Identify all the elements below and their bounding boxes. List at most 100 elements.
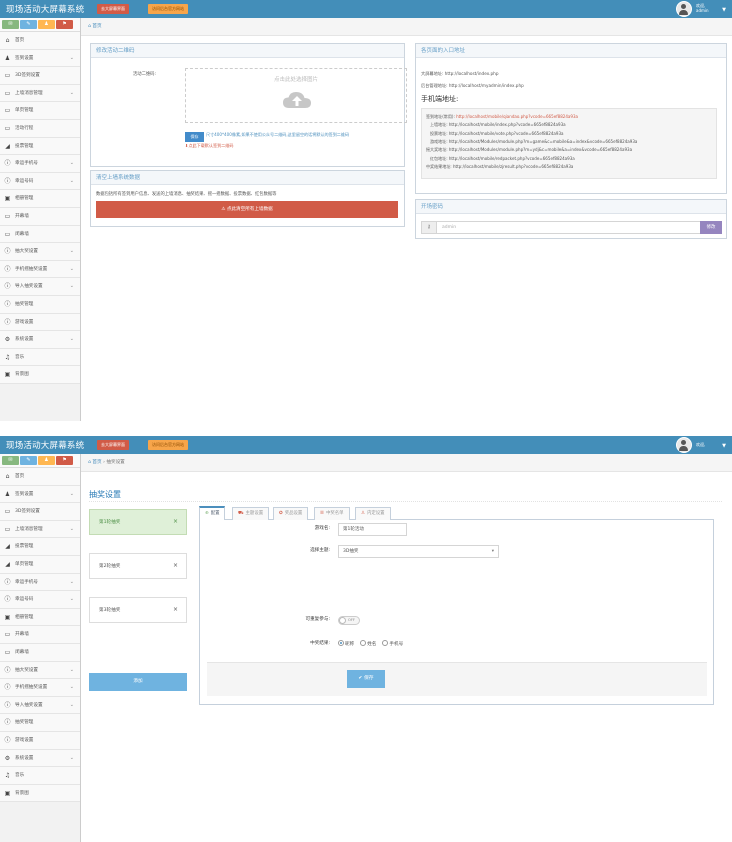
breadcrumb-home[interactable]: 首页 xyxy=(92,460,101,465)
download-default-qr-link[interactable]: ⬇点此下载默认签到二维码 xyxy=(185,143,233,149)
game-name-input[interactable]: 第1轮活动 xyxy=(338,523,407,536)
caret-down-icon[interactable]: ▼ xyxy=(722,7,726,13)
sidebar-item[interactable]: ▭ 开幕墙 xyxy=(0,207,80,226)
sidebar-item[interactable]: ⓘ 幸运手机号 ⌄ xyxy=(0,155,80,173)
close-icon[interactable]: × xyxy=(173,562,178,569)
sidebar-item[interactable]: ▭ 闭幕墙 xyxy=(0,225,80,244)
sidebar-item[interactable]: ⓘ 抽奖管理 xyxy=(0,295,80,314)
save-button[interactable]: ✔ 保存 xyxy=(347,670,385,688)
tab-item[interactable]: ⊕ 配置 xyxy=(199,506,226,520)
avatar[interactable] xyxy=(676,437,692,453)
chat-icon[interactable]: ✉ xyxy=(2,456,19,465)
sidebar-item[interactable]: ⓘ 游戏设置 xyxy=(0,731,80,750)
sidebar-item[interactable]: ♟ 签到设置 ⌄ xyxy=(0,485,80,504)
sidebar-item[interactable]: ⓘ 抽奖管理 xyxy=(0,714,80,732)
result-radio[interactable]: 昵称 xyxy=(338,640,354,647)
tab-item[interactable]: ♙ 内定设置 xyxy=(355,507,391,520)
repeat-toggle[interactable]: OFF xyxy=(338,616,360,625)
tab-item[interactable]: ⛟ 主题设置 xyxy=(232,507,270,520)
sidebar-item[interactable]: ⓘ 幸运号码 ⌄ xyxy=(0,172,80,191)
sidebar-item[interactable]: ⓘ 幸运号码 ⌄ xyxy=(0,591,80,609)
admin-url[interactable]: 后台管理地址: http://localhost/myadmin/index.p… xyxy=(421,83,524,89)
sidebar-item[interactable]: ♟ 签到设置 ⌄ xyxy=(0,49,80,68)
sidebar-item[interactable]: ▣ 背景图 xyxy=(0,784,80,803)
sidebar-item[interactable]: ◢ 单页管理 xyxy=(0,555,80,574)
round-item[interactable]: 第1轮抽奖 × xyxy=(89,509,187,535)
sidebar-item[interactable]: ▭ 活动行程 xyxy=(0,119,80,138)
avatar[interactable] xyxy=(676,1,692,17)
home-icon[interactable]: ⌂ xyxy=(88,460,91,465)
sidebar-item[interactable]: ▣ 背景图 xyxy=(0,366,80,384)
sidebar-item[interactable]: ⓘ 手机摇抽奖设置 ⌄ xyxy=(0,679,80,697)
clear-all-data-button[interactable]: ⚠ 点此清空所有上墙数据 xyxy=(96,201,398,218)
official-site-button[interactable]: 访问后台官方网站 xyxy=(148,440,188,450)
caret-down-icon[interactable]: ▼ xyxy=(722,443,726,449)
sidebar-item[interactable]: ◢ 投票管理 xyxy=(0,538,80,556)
round-item[interactable]: 第2轮抽奖 × xyxy=(89,553,187,579)
add-round-button[interactable]: 添加 xyxy=(89,673,187,691)
sidebar-item[interactable]: ♫ 音乐 xyxy=(0,348,80,367)
save-qr-button[interactable]: 保存 xyxy=(185,132,204,142)
sidebar-item[interactable]: ▭ 开幕墙 xyxy=(0,626,80,644)
sidebar-item[interactable]: ▣ 相册管理 xyxy=(0,190,80,208)
sidebar-item[interactable]: ▭ 上墙消息管理 ⌄ xyxy=(0,84,80,103)
round-item[interactable]: 第3轮抽奖 × xyxy=(89,597,187,623)
tab-item[interactable]: ☰ 中奖名单 xyxy=(314,507,350,520)
sidebar-item[interactable]: ⓘ 导入抽奖设置 ⌄ xyxy=(0,696,80,715)
sidebar-item[interactable]: ⓘ 幸运手机号 ⌄ xyxy=(0,573,80,592)
sidebar-item[interactable]: ⓘ 导入抽奖设置 ⌄ xyxy=(0,278,80,296)
share-icon[interactable]: ⚑ xyxy=(56,20,73,29)
brand-title[interactable]: 现场活动大屏幕系统 xyxy=(6,3,84,15)
pencil-icon[interactable]: ✎ xyxy=(20,456,37,465)
sidebar-item[interactable]: ▭ 3D签到设置 xyxy=(0,67,80,85)
close-icon[interactable]: × xyxy=(173,606,178,613)
sidebar-item[interactable]: ⓘ 游戏设置 xyxy=(0,313,80,332)
sidebar-item[interactable]: ⚙ 系统设置 ⌄ xyxy=(0,749,80,768)
sidebar-item[interactable]: ◢ 投票管理 xyxy=(0,137,80,156)
password-input[interactable]: admin xyxy=(442,222,456,233)
desktop-icon: ▭ xyxy=(4,230,11,238)
sidebar-item[interactable]: ⌂ 首页 xyxy=(0,468,80,486)
big-screen-button[interactable]: 去大屏幕界面 xyxy=(97,4,129,14)
sidebar-item[interactable]: ⓘ 抽大奖设置 ⌄ xyxy=(0,661,80,680)
result-radio[interactable]: 手机号 xyxy=(382,640,403,647)
chat-icon[interactable]: ✉ xyxy=(2,20,19,29)
home-icon[interactable]: ⌂ xyxy=(88,24,91,29)
change-password-button[interactable]: 修改 xyxy=(700,221,722,234)
user-menu[interactable]: 欢迎, ▼ xyxy=(676,436,726,454)
share-icon[interactable]: ⚑ xyxy=(56,456,73,465)
group-icon[interactable]: ♟ xyxy=(38,20,55,29)
mobile-url-link[interactable]: http://localhost/mobile/qiandao.php?vcod… xyxy=(456,114,578,119)
group-icon[interactable]: ♟ xyxy=(38,456,55,465)
close-icon[interactable]: × xyxy=(173,518,178,525)
sidebar-item[interactable]: ▭ 单页管理 xyxy=(0,102,80,120)
mobile-url-link[interactable]: http://localhost/mobile/index.php?vcode=… xyxy=(449,122,566,127)
sidebar-item[interactable]: ▣ 相册管理 xyxy=(0,608,80,627)
sidebar-item[interactable]: ♫ 音乐 xyxy=(0,767,80,785)
sidebar-item[interactable]: ⚙ 系统设置 ⌄ xyxy=(0,331,80,349)
sidebar-item[interactable]: ⌂ 首页 xyxy=(0,32,80,50)
user-menu[interactable]: 欢迎, admin ▼ xyxy=(676,0,726,18)
mobile-url-link[interactable]: http://localhost/Modules/module.php?m=ga… xyxy=(449,139,638,144)
sidebar-item[interactable]: ▭ 3D签到设置 xyxy=(0,503,80,521)
pencil-icon[interactable]: ✎ xyxy=(20,20,37,29)
big-screen-button[interactable]: 去大屏幕界面 xyxy=(97,440,129,450)
mobile-url-link[interactable]: http://localhost/mobile/redpacket.php?vc… xyxy=(449,156,575,161)
sidebar-item-label: 投票管理 xyxy=(15,143,34,149)
official-site-button[interactable]: 访问后台官方网站 xyxy=(148,4,188,14)
mobile-url-link[interactable]: http://localhost/Modules/module.php?m=yd… xyxy=(449,147,632,152)
mobile-url-link[interactable]: http://localhost/mobile/vote.php?vcode=6… xyxy=(449,131,564,136)
tab-item[interactable]: ✪ 奖品设置 xyxy=(273,507,309,520)
sidebar-item[interactable]: ⓘ 抽大奖设置 ⌄ xyxy=(0,243,80,261)
sidebar-item[interactable]: ⓘ 手机摇抽奖设置 ⌄ xyxy=(0,260,80,279)
sidebar-item[interactable]: ▭ 上墙消息管理 ⌄ xyxy=(0,520,80,539)
mobile-url-link[interactable]: http://localhost/mobile/zjresult.php?vco… xyxy=(453,164,573,169)
breadcrumb-home[interactable]: 首页 xyxy=(92,24,101,29)
qr-upload-area[interactable]: 点击此处选择图片 xyxy=(185,68,407,123)
sidebar-item[interactable]: ▭ 闭幕墙 xyxy=(0,643,80,662)
big-screen-url[interactable]: 大屏幕地址: http://localhost/index.php xyxy=(421,71,498,77)
brand-title[interactable]: 现场活动大屏幕系统 xyxy=(6,439,84,451)
result-radio[interactable]: 姓名 xyxy=(360,640,376,647)
chevron-down-icon: ⌄ xyxy=(69,89,74,96)
theme-select[interactable]: 3D抽奖 ▾ xyxy=(338,545,499,558)
